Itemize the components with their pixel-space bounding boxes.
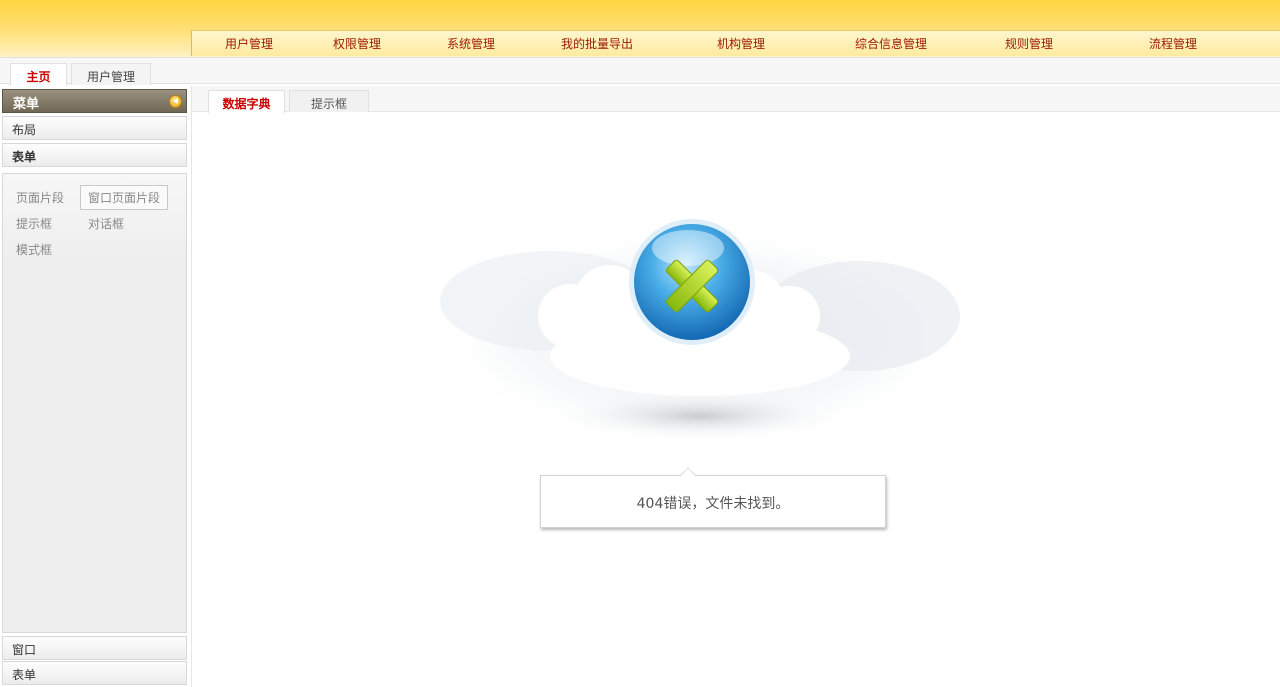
sidebar-section-window[interactable]: 窗口	[2, 636, 187, 660]
nav-item-user-management[interactable]: 用户管理	[225, 35, 273, 52]
content-tab-strip: 数据字典 提示框	[192, 86, 1280, 113]
main-tab-strip: 主页 用户管理	[0, 57, 1280, 86]
menu-header: 菜单	[2, 89, 187, 113]
nav-item-permission-management[interactable]: 权限管理	[333, 35, 381, 52]
nav-item-info-management[interactable]: 综合信息管理	[855, 35, 927, 52]
sidebar-link-window-page-fragment[interactable]: 窗口页面片段	[80, 185, 169, 210]
menu-title: 菜单	[13, 97, 40, 112]
sidebar-link-modal[interactable]: 模式框	[16, 241, 52, 258]
app-header: 用户管理 权限管理 系统管理 我的批量导出 机构管理 综合信息管理 规则管理 流…	[0, 0, 1280, 57]
sidebar-link-dialog[interactable]: 对话框	[88, 215, 124, 232]
sidebar-menu: 菜单 布局 表单 页面片段 窗口页面片段 提示框 对话框 模式框 窗口 表单	[2, 89, 187, 687]
tab-home[interactable]: 主页	[10, 63, 67, 86]
top-nav-bar: 用户管理 权限管理 系统管理 我的批量导出 机构管理 综合信息管理 规则管理 流…	[191, 30, 1280, 56]
nav-item-rule-management[interactable]: 规则管理	[1005, 35, 1053, 52]
tab-user-management[interactable]: 用户管理	[71, 63, 151, 85]
sidebar-link-page-fragment[interactable]: 页面片段	[16, 189, 64, 206]
sidebar-section-form-2[interactable]: 表单	[2, 661, 187, 685]
sidebar-section-layout[interactable]: 布局	[2, 116, 187, 140]
tab-data-dictionary[interactable]: 数据字典	[208, 90, 285, 113]
error-message-box: 404错误，文件未找到。	[540, 467, 886, 528]
error-message: 404错误，文件未找到。	[636, 496, 790, 512]
nav-item-org-management[interactable]: 机构管理	[717, 35, 765, 52]
sidebar-section-body: 页面片段 窗口页面片段 提示框 对话框 模式框	[2, 173, 187, 633]
error-x-icon	[435, 219, 965, 446]
nav-item-process-management[interactable]: 流程管理	[1149, 35, 1197, 52]
collapse-left-icon[interactable]	[169, 95, 182, 108]
sidebar-link-prompt-box[interactable]: 提示框	[16, 215, 52, 232]
tab-prompt-box[interactable]: 提示框	[289, 90, 369, 112]
nav-item-batch-export[interactable]: 我的批量导出	[561, 35, 633, 52]
content-panel: 数据字典 提示框 404错误，文件未找到。	[191, 86, 1280, 687]
sidebar-section-form[interactable]: 表单	[2, 143, 187, 167]
nav-item-system-management[interactable]: 系统管理	[447, 35, 495, 52]
